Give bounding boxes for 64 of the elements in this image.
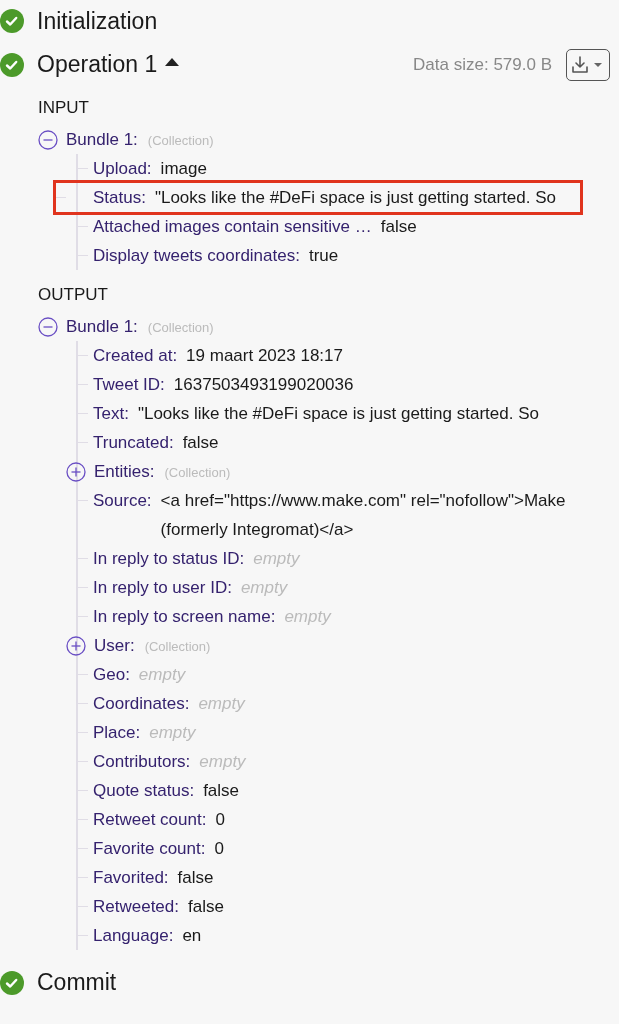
field-label: Retweeted:: [93, 896, 179, 918]
field-label: Quote status:: [93, 780, 195, 802]
field-value: <a href="https://www.make.com" rel="nofollow">Make (formerly Integromat)</a>: [160, 490, 567, 541]
section-title: OUTPUT: [38, 284, 109, 306]
field-label[interactable]: Entities:: [94, 457, 155, 486]
field-value: true: [308, 245, 339, 267]
field-label: Favorited:: [93, 867, 169, 889]
field-label: Created at:: [93, 345, 178, 367]
field-value: image: [160, 158, 207, 180]
field-value: "Looks like the #DeFi space is just getting started. So: [137, 403, 539, 425]
field-value: 1637503493199020036: [173, 374, 354, 396]
field-value: 0: [215, 809, 225, 831]
empty-value: empty: [138, 664, 186, 686]
empty-value: empty: [240, 577, 288, 599]
field-label: Text:: [93, 403, 129, 425]
field-label: Truncated:: [93, 432, 174, 454]
bundle-label[interactable]: Bundle 1:: [66, 125, 138, 154]
field-label: Coordinates:: [93, 693, 190, 715]
field-value: false: [380, 216, 417, 238]
collapse-icon[interactable]: [38, 316, 58, 337]
field-value: false: [188, 896, 224, 918]
data-size-label: Data size: 579.0 B: [413, 54, 552, 75]
empty-value: empty: [253, 548, 300, 570]
field-value: false: [182, 432, 219, 454]
field-label: Geo:: [93, 664, 130, 686]
empty-value: empty: [284, 606, 331, 628]
collapse-icon[interactable]: [38, 129, 58, 150]
type-label: (Collection): [144, 638, 211, 656]
bundle-label[interactable]: Bundle 1:: [66, 312, 138, 341]
stage-title[interactable]: Commit: [37, 969, 117, 996]
section-title: INPUT: [38, 97, 90, 119]
field-label[interactable]: User:: [94, 631, 135, 660]
field-label: Display tweets coordinates:: [93, 245, 300, 267]
stage-title[interactable]: Operation 1: [37, 51, 158, 78]
field-label: Upload:: [93, 158, 152, 180]
field-label: In reply to user ID:: [93, 577, 232, 599]
field-label: Status:: [93, 187, 146, 209]
empty-value: empty: [199, 751, 246, 773]
field-label: Source:: [93, 490, 152, 512]
field-value: false: [177, 867, 214, 889]
type-label: (Collection): [147, 132, 214, 150]
field-label: Tweet ID:: [93, 374, 165, 396]
field-label: In reply to status ID:: [93, 548, 245, 570]
field-value: en: [182, 925, 202, 947]
field-label: Language:: [93, 925, 174, 947]
field-label: Favorite count:: [93, 838, 206, 860]
field-value: false: [203, 780, 240, 802]
expand-icon[interactable]: [66, 461, 86, 482]
field-value: 0: [214, 838, 224, 860]
field-label: Retweet count:: [93, 809, 207, 831]
field-value: 19 maart 2023 18:17: [186, 345, 343, 367]
empty-value: empty: [198, 693, 245, 715]
empty-value: empty: [149, 722, 196, 744]
field-value: "Looks like the #DeFi space is just getting started. So: [154, 187, 556, 209]
type-label: (Collection): [164, 464, 231, 482]
caret-icon[interactable]: [165, 57, 180, 66]
stage-title[interactable]: Initialization: [37, 7, 158, 35]
field-label: Contributors:: [93, 751, 191, 773]
field-label: In reply to screen name:: [93, 606, 276, 628]
type-label: (Collection): [147, 319, 214, 337]
field-label: Attached images contain sensitive …: [93, 216, 372, 238]
field-label: Place:: [93, 722, 141, 744]
expand-icon[interactable]: [66, 635, 86, 656]
download-button[interactable]: [566, 48, 610, 81]
